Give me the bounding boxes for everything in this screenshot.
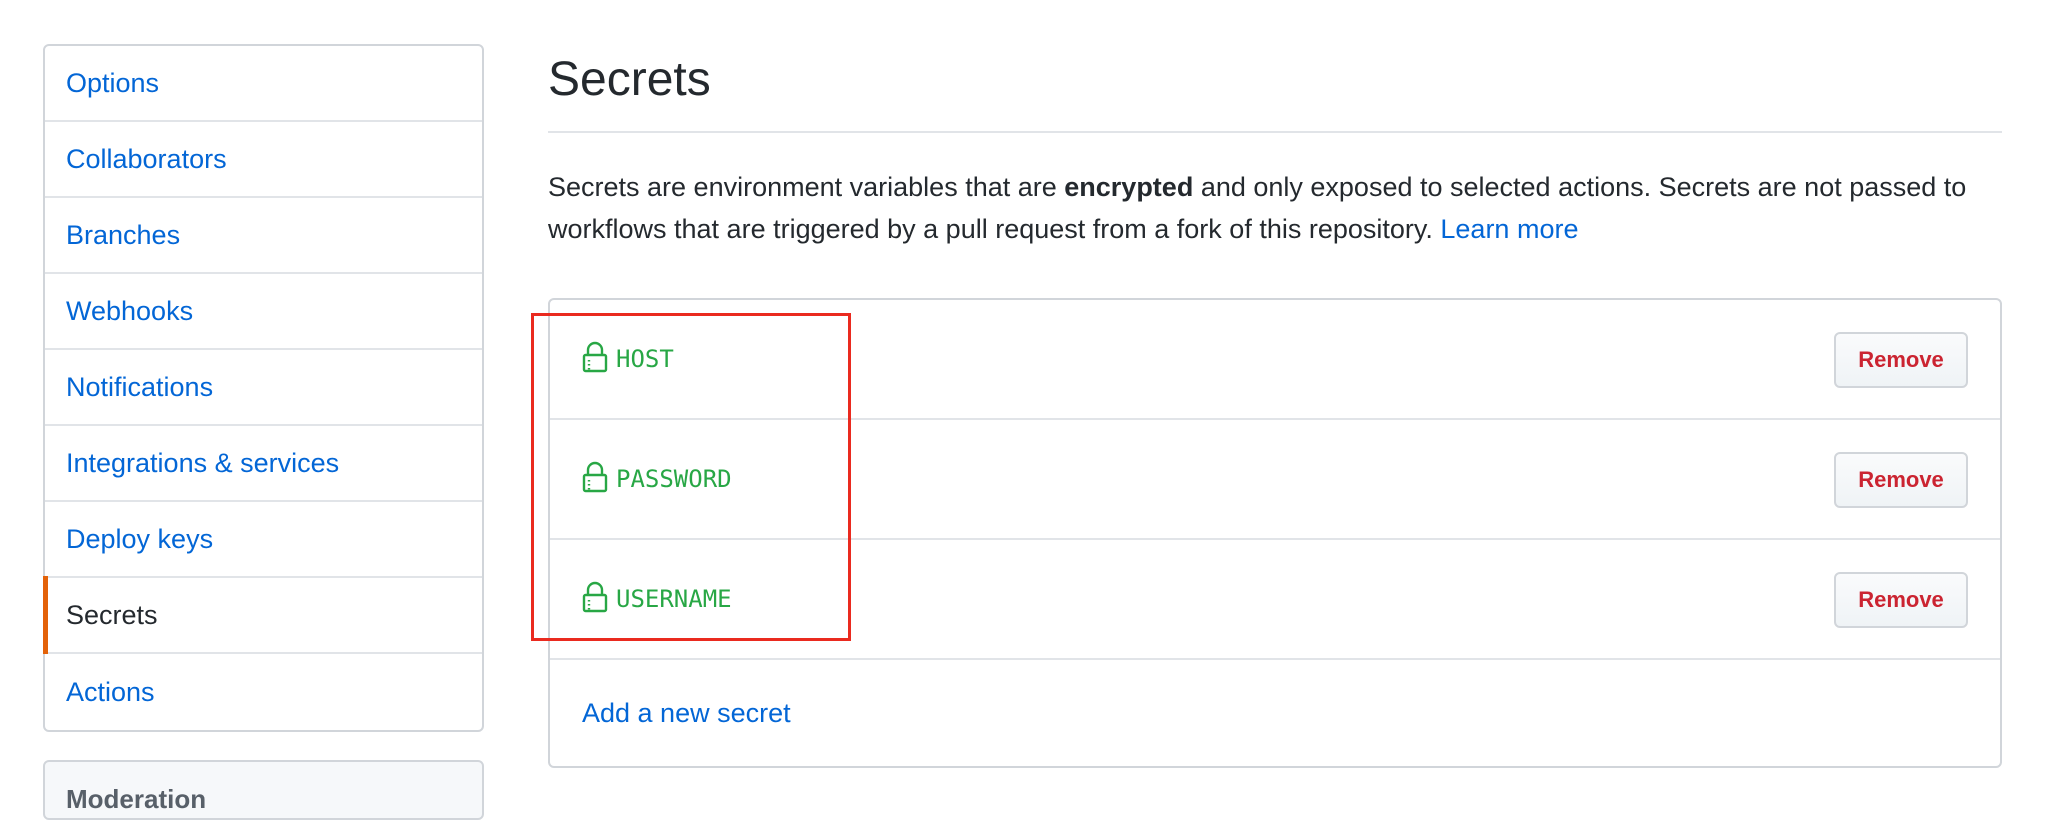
sidebar-item-secrets[interactable]: Secrets — [43, 576, 482, 654]
sidebar-item-branches[interactable]: Branches — [45, 198, 482, 274]
remove-secret-button[interactable]: Remove — [1834, 572, 1968, 628]
remove-secret-button[interactable]: Remove — [1834, 452, 1968, 508]
secrets-description: Secrets are environment variables that a… — [548, 166, 2008, 250]
secret-row: HOST Remove — [550, 300, 2000, 420]
sidebar-item-options[interactable]: Options — [45, 46, 482, 122]
secret-name-group: USERNAME — [582, 540, 732, 658]
description-text-1: Secrets are environment variables that a… — [548, 172, 1065, 202]
secret-name: USERNAME — [616, 585, 732, 613]
secret-row: PASSWORD Remove — [550, 420, 2000, 540]
secret-name-group: HOST — [582, 300, 674, 418]
secret-name: HOST — [616, 345, 674, 373]
moderation-heading: Moderation — [66, 784, 207, 814]
add-new-secret-link[interactable]: Add a new secret — [582, 698, 791, 729]
remove-secret-button[interactable]: Remove — [1834, 332, 1968, 388]
sidebar-item-deploy-keys[interactable]: Deploy keys — [45, 502, 482, 578]
secret-row: USERNAME Remove — [550, 540, 2000, 660]
sidebar-item-integrations-services[interactable]: Integrations & services — [45, 426, 482, 502]
settings-sidebar: Options Collaborators Branches Webhooks … — [43, 44, 484, 732]
moderation-sidebar: Moderation — [43, 760, 484, 820]
description-bold: encrypted — [1064, 172, 1194, 202]
add-secret-row: Add a new secret — [550, 660, 2000, 766]
secret-name: PASSWORD — [616, 465, 732, 493]
secrets-list: HOST Remove PASSWORD Remove USERNAME Rem… — [548, 298, 2002, 768]
sidebar-item-actions[interactable]: Actions — [45, 654, 482, 730]
sidebar-item-collaborators[interactable]: Collaborators — [45, 122, 482, 198]
learn-more-link[interactable]: Learn more — [1440, 214, 1578, 244]
lock-icon — [582, 461, 608, 498]
title-divider — [548, 131, 2002, 133]
lock-icon — [582, 341, 608, 378]
secret-name-group: PASSWORD — [582, 420, 732, 538]
sidebar-item-webhooks[interactable]: Webhooks — [45, 274, 482, 350]
sidebar-item-notifications[interactable]: Notifications — [45, 350, 482, 426]
page-title: Secrets — [548, 53, 711, 106]
lock-icon — [582, 581, 608, 618]
